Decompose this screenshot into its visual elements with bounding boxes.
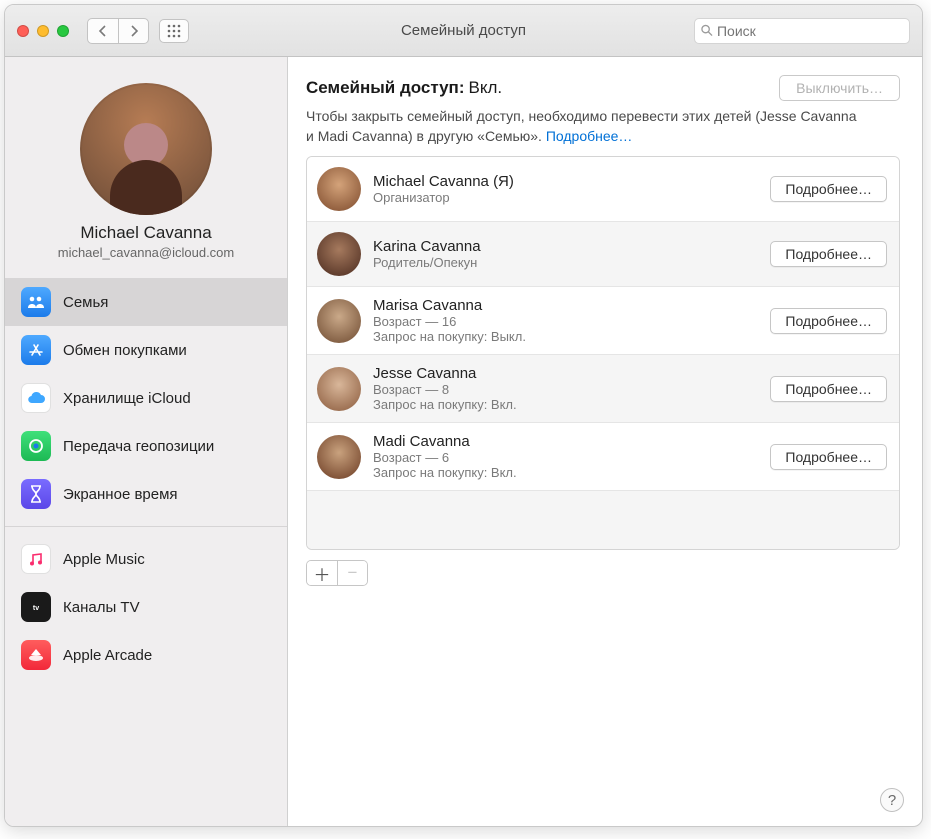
sidebar-item-label: Хранилище iCloud — [63, 390, 191, 407]
chevron-right-icon — [129, 25, 139, 37]
profile-avatar — [80, 83, 212, 215]
member-age: Возраст — 6 — [373, 450, 517, 465]
member-ask-to-buy: Запрос на покупку: Вкл. — [373, 465, 517, 480]
sidebar-item-purchases[interactable]: Обмен покупками — [5, 326, 287, 374]
header-label: Семейный доступ: — [306, 78, 465, 98]
sidebar-item-label: Apple Arcade — [63, 647, 152, 664]
appstore-icon — [21, 335, 51, 365]
member-details-button[interactable]: Подробнее… — [770, 308, 887, 334]
pane-header: Семейный доступ: Вкл. Выключить… — [306, 75, 900, 101]
tv-icon: tv — [21, 592, 51, 622]
sidebar: Michael Cavanna michael_cavanna@icloud.c… — [5, 57, 288, 826]
profile-name: Michael Cavanna — [80, 223, 211, 243]
chevron-left-icon — [98, 25, 108, 37]
location-icon — [21, 431, 51, 461]
sidebar-separator — [5, 526, 287, 527]
member-name: Jesse Cavanna — [373, 365, 517, 382]
member-row: Michael Cavanna (Я) Организатор Подробне… — [307, 157, 899, 222]
sidebar-item-family[interactable]: Семья — [5, 278, 287, 326]
member-avatar — [317, 232, 361, 276]
header-status: Вкл. — [469, 78, 503, 98]
member-ask-to-buy: Запрос на покупку: Выкл. — [373, 329, 526, 344]
sidebar-item-label: Экранное время — [63, 486, 178, 503]
member-name: Madi Cavanna — [373, 433, 517, 450]
sidebar-item-label: Apple Music — [63, 551, 145, 568]
sidebar-item-label: Семья — [63, 294, 108, 311]
description-text: Чтобы закрыть семейный доступ, необходим… — [306, 107, 866, 146]
search-icon — [701, 24, 713, 37]
close-window-button[interactable] — [17, 25, 29, 37]
svg-text:tv: tv — [33, 605, 39, 612]
member-avatar — [317, 435, 361, 479]
member-text: Karina Cavanna Родитель/Опекун — [373, 238, 481, 270]
profile-section: Michael Cavanna michael_cavanna@icloud.c… — [5, 83, 287, 278]
member-name: Michael Cavanna (Я) — [373, 173, 514, 190]
members-empty-area — [307, 491, 899, 549]
nav-buttons — [87, 18, 149, 44]
minimize-window-button[interactable] — [37, 25, 49, 37]
member-details-button[interactable]: Подробнее… — [770, 241, 887, 267]
learn-more-link[interactable]: Подробнее… — [546, 128, 633, 144]
sidebar-list: Семья Обмен покупками Хранилище iCloud — [5, 278, 287, 679]
member-row: Jesse Cavanna Возраст — 8 Запрос на поку… — [307, 355, 899, 423]
forward-button[interactable] — [118, 19, 148, 43]
sidebar-item-label: Передача геопозиции — [63, 438, 214, 455]
main-pane: Семейный доступ: Вкл. Выключить… Чтобы з… — [288, 57, 922, 826]
member-avatar — [317, 299, 361, 343]
member-role: Организатор — [373, 190, 514, 205]
sidebar-item-screentime[interactable]: Экранное время — [5, 470, 287, 518]
icloud-icon — [21, 383, 51, 413]
member-details-button[interactable]: Подробнее… — [770, 376, 887, 402]
member-text: Madi Cavanna Возраст — 6 Запрос на покуп… — [373, 433, 517, 480]
sidebar-item-location[interactable]: Передача геопозиции — [5, 422, 287, 470]
window: Семейный доступ Michael Cavanna michael_… — [4, 4, 923, 827]
member-role: Родитель/Опекун — [373, 255, 481, 270]
music-icon — [21, 544, 51, 574]
sidebar-item-label: Каналы TV — [63, 599, 140, 616]
turn-off-button[interactable]: Выключить… — [779, 75, 900, 101]
sidebar-item-icloud-storage[interactable]: Хранилище iCloud — [5, 374, 287, 422]
sidebar-item-label: Обмен покупками — [63, 342, 187, 359]
show-all-button[interactable] — [159, 19, 189, 43]
grid-icon — [167, 24, 181, 38]
member-row: Madi Cavanna Возраст — 6 Запрос на покуп… — [307, 423, 899, 491]
member-age: Возраст — 16 — [373, 314, 526, 329]
fullscreen-window-button[interactable] — [57, 25, 69, 37]
content-body: Michael Cavanna michael_cavanna@icloud.c… — [5, 57, 922, 826]
hourglass-icon — [21, 479, 51, 509]
profile-email: michael_cavanna@icloud.com — [58, 245, 235, 260]
member-age: Возраст — 8 — [373, 382, 517, 397]
member-details-button[interactable]: Подробнее… — [770, 444, 887, 470]
member-name: Karina Cavanna — [373, 238, 481, 255]
member-row: Marisa Cavanna Возраст — 16 Запрос на по… — [307, 287, 899, 355]
arcade-icon — [21, 640, 51, 670]
member-ask-to-buy: Запрос на покупку: Вкл. — [373, 397, 517, 412]
family-icon — [21, 287, 51, 317]
add-member-button[interactable]: ＋ — [307, 561, 337, 585]
search-input[interactable] — [717, 23, 903, 39]
search-field[interactable] — [694, 18, 910, 44]
member-text: Marisa Cavanna Возраст — 16 Запрос на по… — [373, 297, 526, 344]
window-controls — [17, 25, 69, 37]
titlebar: Семейный доступ — [5, 5, 922, 57]
member-text: Jesse Cavanna Возраст — 8 Запрос на поку… — [373, 365, 517, 412]
sidebar-item-tv[interactable]: tv Каналы TV — [5, 583, 287, 631]
members-list: Michael Cavanna (Я) Организатор Подробне… — [306, 156, 900, 550]
remove-member-button[interactable]: − — [337, 561, 367, 585]
help-button[interactable]: ? — [880, 788, 904, 812]
member-avatar — [317, 367, 361, 411]
member-row: Karina Cavanna Родитель/Опекун Подробнее… — [307, 222, 899, 287]
back-button[interactable] — [88, 19, 118, 43]
help-icon: ? — [888, 792, 896, 809]
member-name: Marisa Cavanna — [373, 297, 526, 314]
member-avatar — [317, 167, 361, 211]
member-text: Michael Cavanna (Я) Организатор — [373, 173, 514, 205]
sidebar-item-arcade[interactable]: Apple Arcade — [5, 631, 287, 679]
member-details-button[interactable]: Подробнее… — [770, 176, 887, 202]
add-remove-controls: ＋ − — [306, 560, 368, 586]
sidebar-item-apple-music[interactable]: Apple Music — [5, 535, 287, 583]
